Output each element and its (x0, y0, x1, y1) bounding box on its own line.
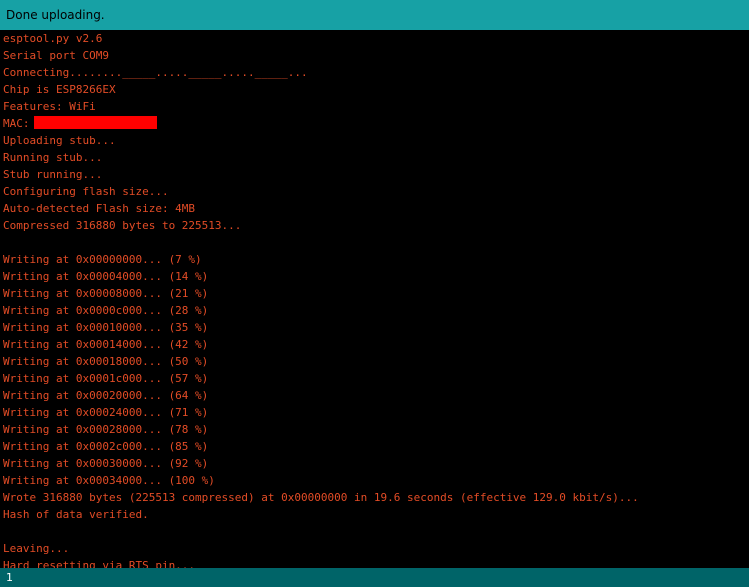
console-line-text: Connecting........_____....._____.....__… (3, 66, 308, 79)
console-line: Writing at 0x00024000... (71 %) (3, 404, 749, 421)
console-line-text: Hash of data verified. (3, 508, 149, 521)
console-line: Leaving... (3, 540, 749, 557)
console-line: Writing at 0x00008000... (21 %) (3, 285, 749, 302)
console-line-text: Writing at 0x00010000... (35 %) (3, 321, 209, 334)
console-line-text: Compressed 316880 bytes to 225513... (3, 219, 242, 232)
console-line: Running stub... (3, 149, 749, 166)
console-line-text: Auto-detected Flash size: 4MB (3, 202, 196, 215)
line-number: 1 (6, 571, 13, 584)
console-line: Writing at 0x00000000... (7 %) (3, 251, 749, 268)
console-line-text: Writing at 0x00034000... (100 %) (3, 474, 215, 487)
console-line-text: Writing at 0x00030000... (92 %) (3, 457, 209, 470)
console-line: Writing at 0x00004000... (14 %) (3, 268, 749, 285)
console-line: Writing at 0x0001c000... (57 %) (3, 370, 749, 387)
console-line: Compressed 316880 bytes to 225513... (3, 217, 749, 234)
console-line-text: Uploading stub... (3, 134, 116, 147)
console-line-text: Features: WiFi (3, 100, 96, 113)
console-line: esptool.py v2.6 (3, 30, 749, 47)
console-line-text: Stub running... (3, 168, 103, 181)
console-line: Writing at 0x0000c000... (28 %) (3, 302, 749, 319)
status-bar: Done uploading. (0, 0, 749, 30)
console-line: Writing at 0x00028000... (78 %) (3, 421, 749, 438)
console-line: Features: WiFi (3, 98, 749, 115)
console-line-text: Writing at 0x00024000... (71 %) (3, 406, 209, 419)
console-line-text: Leaving... (3, 542, 70, 555)
console-line-text: Writing at 0x00014000... (42 %) (3, 338, 209, 351)
console-line-text: Chip is ESP8266EX (3, 83, 116, 96)
console-line: Writing at 0x00034000... (100 %) (3, 472, 749, 489)
console-line: Serial port COM9 (3, 47, 749, 64)
arduino-upload-output-window: Done uploading. esptool.py v2.6 Serial po… (0, 0, 749, 587)
console-line-text: Writing at 0x00004000... (14 %) (3, 270, 209, 283)
console-line: Wrote 316880 bytes (225513 compressed) a… (3, 489, 749, 506)
console-line-text: MAC: (3, 117, 30, 130)
console-line: Writing at 0x00020000... (64 %) (3, 387, 749, 404)
console-line: Uploading stub... (3, 132, 749, 149)
console-line: Writing at 0x00030000... (92 %) (3, 455, 749, 472)
console-line: Writing at 0x0002c000... (85 %) (3, 438, 749, 455)
console-line-text: Writing at 0x00018000... (50 %) (3, 355, 209, 368)
console-line: Hard resetting via RTS pin... (3, 557, 749, 568)
console-line: Hash of data verified. (3, 506, 749, 523)
console-line: Writing at 0x00018000... (50 %) (3, 353, 749, 370)
console-line-text: Writing at 0x0001c000... (57 %) (3, 372, 209, 385)
console-line-text: Hard resetting via RTS pin... (3, 559, 196, 568)
console-line-text: Serial port COM9 (3, 49, 109, 62)
console-line-text: Writing at 0x00028000... (78 %) (3, 423, 209, 436)
console-line-text: Writing at 0x00000000... (7 %) (3, 253, 202, 266)
console-line: Chip is ESP8266EX (3, 81, 749, 98)
console-line: Writing at 0x00010000... (35 %) (3, 319, 749, 336)
console-line: Configuring flash size... (3, 183, 749, 200)
console-line: MAC: (3, 115, 749, 132)
console-line: Stub running... (3, 166, 749, 183)
console-line-text: esptool.py v2.6 (3, 32, 103, 45)
console-output[interactable]: esptool.py v2.6 Serial port COM9 Connectin… (0, 30, 749, 568)
console-line-text: Writing at 0x0002c000... (85 %) (3, 440, 209, 453)
console-line: Auto-detected Flash size: 4MB (3, 200, 749, 217)
mac-address-redaction (33, 116, 157, 129)
status-message: Done uploading. (6, 8, 105, 22)
console-line-text: Writing at 0x00020000... (64 %) (3, 389, 209, 402)
console-line-text: Running stub... (3, 151, 103, 164)
console-line: Writing at 0x00014000... (42 %) (3, 336, 749, 353)
console-line-text: Writing at 0x00008000... (21 %) (3, 287, 209, 300)
console-line: Connecting........_____....._____.....__… (3, 64, 749, 81)
console-line-text: Writing at 0x0000c000... (28 %) (3, 304, 209, 317)
footer-bar: 1 (0, 568, 749, 587)
console-line-text: Wrote 316880 bytes (225513 compressed) a… (3, 491, 639, 504)
console-line-text: Configuring flash size... (3, 185, 169, 198)
